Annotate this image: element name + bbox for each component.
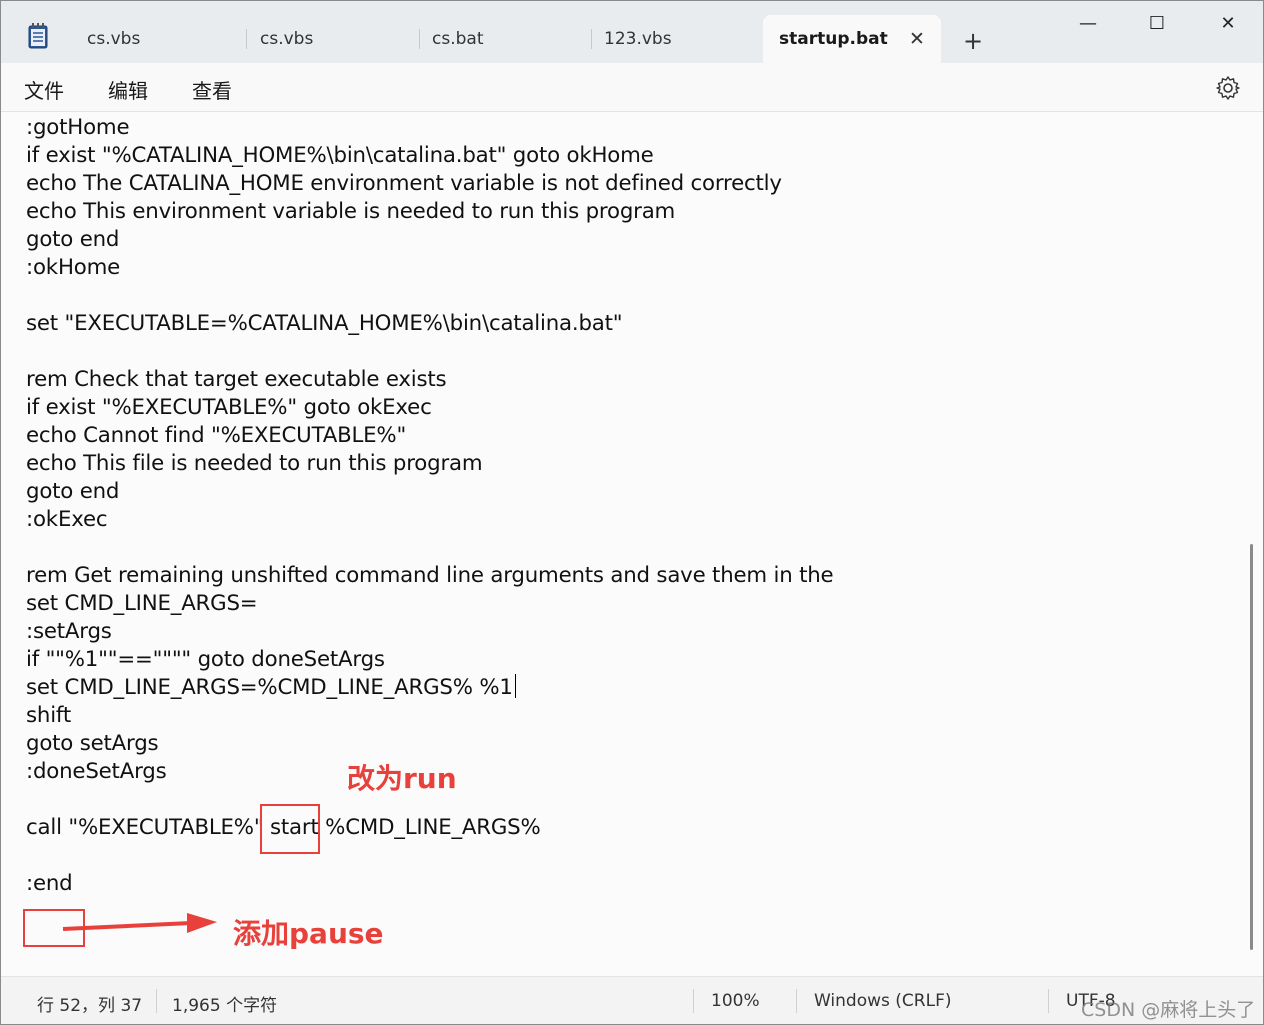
tab-cs-vbs-1[interactable]: cs.vbs — [71, 15, 247, 63]
code-line: goto end — [26, 227, 120, 252]
code-line: goto end — [26, 479, 120, 504]
code-line-with-caret: set CMD_LINE_ARGS=%CMD_LINE_ARGS% %1 — [26, 674, 516, 702]
code-line: :okHome — [26, 255, 121, 280]
menu-file[interactable]: 文件 — [24, 75, 64, 104]
code-line: :setArgs — [26, 619, 112, 644]
zoom-level[interactable]: 100% — [711, 991, 760, 1011]
tab-label: 123.vbs — [604, 29, 672, 49]
gear-icon[interactable] — [1215, 75, 1241, 101]
highlight-start-box — [260, 804, 320, 854]
arrow-icon — [62, 913, 217, 933]
code-line: rem Check that target executable exists — [26, 367, 447, 392]
code-line: echo This environment variable is needed… — [26, 199, 676, 224]
code-line: goto setArgs — [26, 731, 159, 756]
code-line: if exist "%CATALINA_HOME%\bin\catalina.b… — [26, 143, 654, 168]
code-line: set "EXECUTABLE=%CATALINA_HOME%\bin\cata… — [26, 311, 623, 336]
menu-view[interactable]: 查看 — [192, 75, 232, 104]
tab-label: cs.bat — [432, 29, 484, 49]
title-bar: cs.vbs cs.vbs cs.bat 123.vbs startup.bat… — [1, 1, 1263, 63]
tab-label: cs.vbs — [87, 29, 141, 49]
code-line: :doneSetArgs — [26, 759, 167, 784]
code-line: :okExec — [26, 507, 108, 532]
cursor-position: 行 52，列 37 — [37, 996, 143, 1016]
code-line: if ""%1""=="""" goto doneSetArgs — [26, 647, 385, 672]
text-editor[interactable]: :gotHome if exist "%CATALINA_HOME%\bin\c… — [1, 112, 1263, 976]
code-line: set CMD_LINE_ARGS= — [26, 591, 258, 616]
text-caret — [514, 674, 516, 698]
new-tab-button[interactable]: + — [959, 27, 987, 55]
code-line: echo This file is needed to run this pro… — [26, 451, 483, 476]
code-line: rem Get remaining unshifted command line… — [26, 563, 834, 588]
code-line: shift — [26, 703, 71, 728]
menu-edit[interactable]: 编辑 — [108, 75, 148, 104]
status-bar: 行 52，列 37 1,965 个字符 100% Windows (CRLF) … — [1, 976, 1263, 1024]
menu-bar: 文件 编辑 查看 — [1, 63, 1263, 112]
tab-label: cs.vbs — [260, 29, 314, 49]
tab-123-vbs[interactable]: 123.vbs — [588, 15, 764, 63]
close-window-button[interactable]: ✕ — [1205, 7, 1251, 41]
code-line: echo The CATALINA_HOME environment varia… — [26, 171, 782, 196]
code-line: :end — [26, 871, 73, 896]
tab-cs-bat[interactable]: cs.bat — [416, 15, 592, 63]
tab-cs-vbs-2[interactable]: cs.vbs — [244, 15, 420, 63]
tab-startup-bat[interactable]: startup.bat ✕ — [763, 15, 941, 63]
code-line: :gotHome — [26, 115, 130, 140]
annotation-add-pause: 添加pause — [233, 917, 384, 950]
notepad-window: cs.vbs cs.vbs cs.bat 123.vbs startup.bat… — [0, 0, 1264, 1025]
notepad-app-icon — [28, 23, 48, 49]
annotation-change-to-run: 改为run — [347, 762, 457, 795]
code-line: if exist "%EXECUTABLE%" goto okExec — [26, 395, 432, 420]
tab-label: startup.bat — [779, 29, 888, 49]
vertical-scrollbar[interactable] — [1250, 544, 1253, 950]
minimize-button[interactable]: — — [1065, 7, 1111, 41]
code-line-text: set CMD_LINE_ARGS=%CMD_LINE_ARGS% %1 — [26, 675, 513, 700]
code-line: echo Cannot find "%EXECUTABLE%" — [26, 423, 407, 448]
watermark: CSDN @麻将上头了 — [1081, 999, 1256, 1021]
line-ending[interactable]: Windows (CRLF) — [814, 991, 952, 1011]
maximize-button[interactable]: ☐ — [1134, 7, 1180, 41]
character-count: 1,965 个字符 — [172, 996, 278, 1016]
tab-close-icon[interactable]: ✕ — [905, 27, 929, 51]
